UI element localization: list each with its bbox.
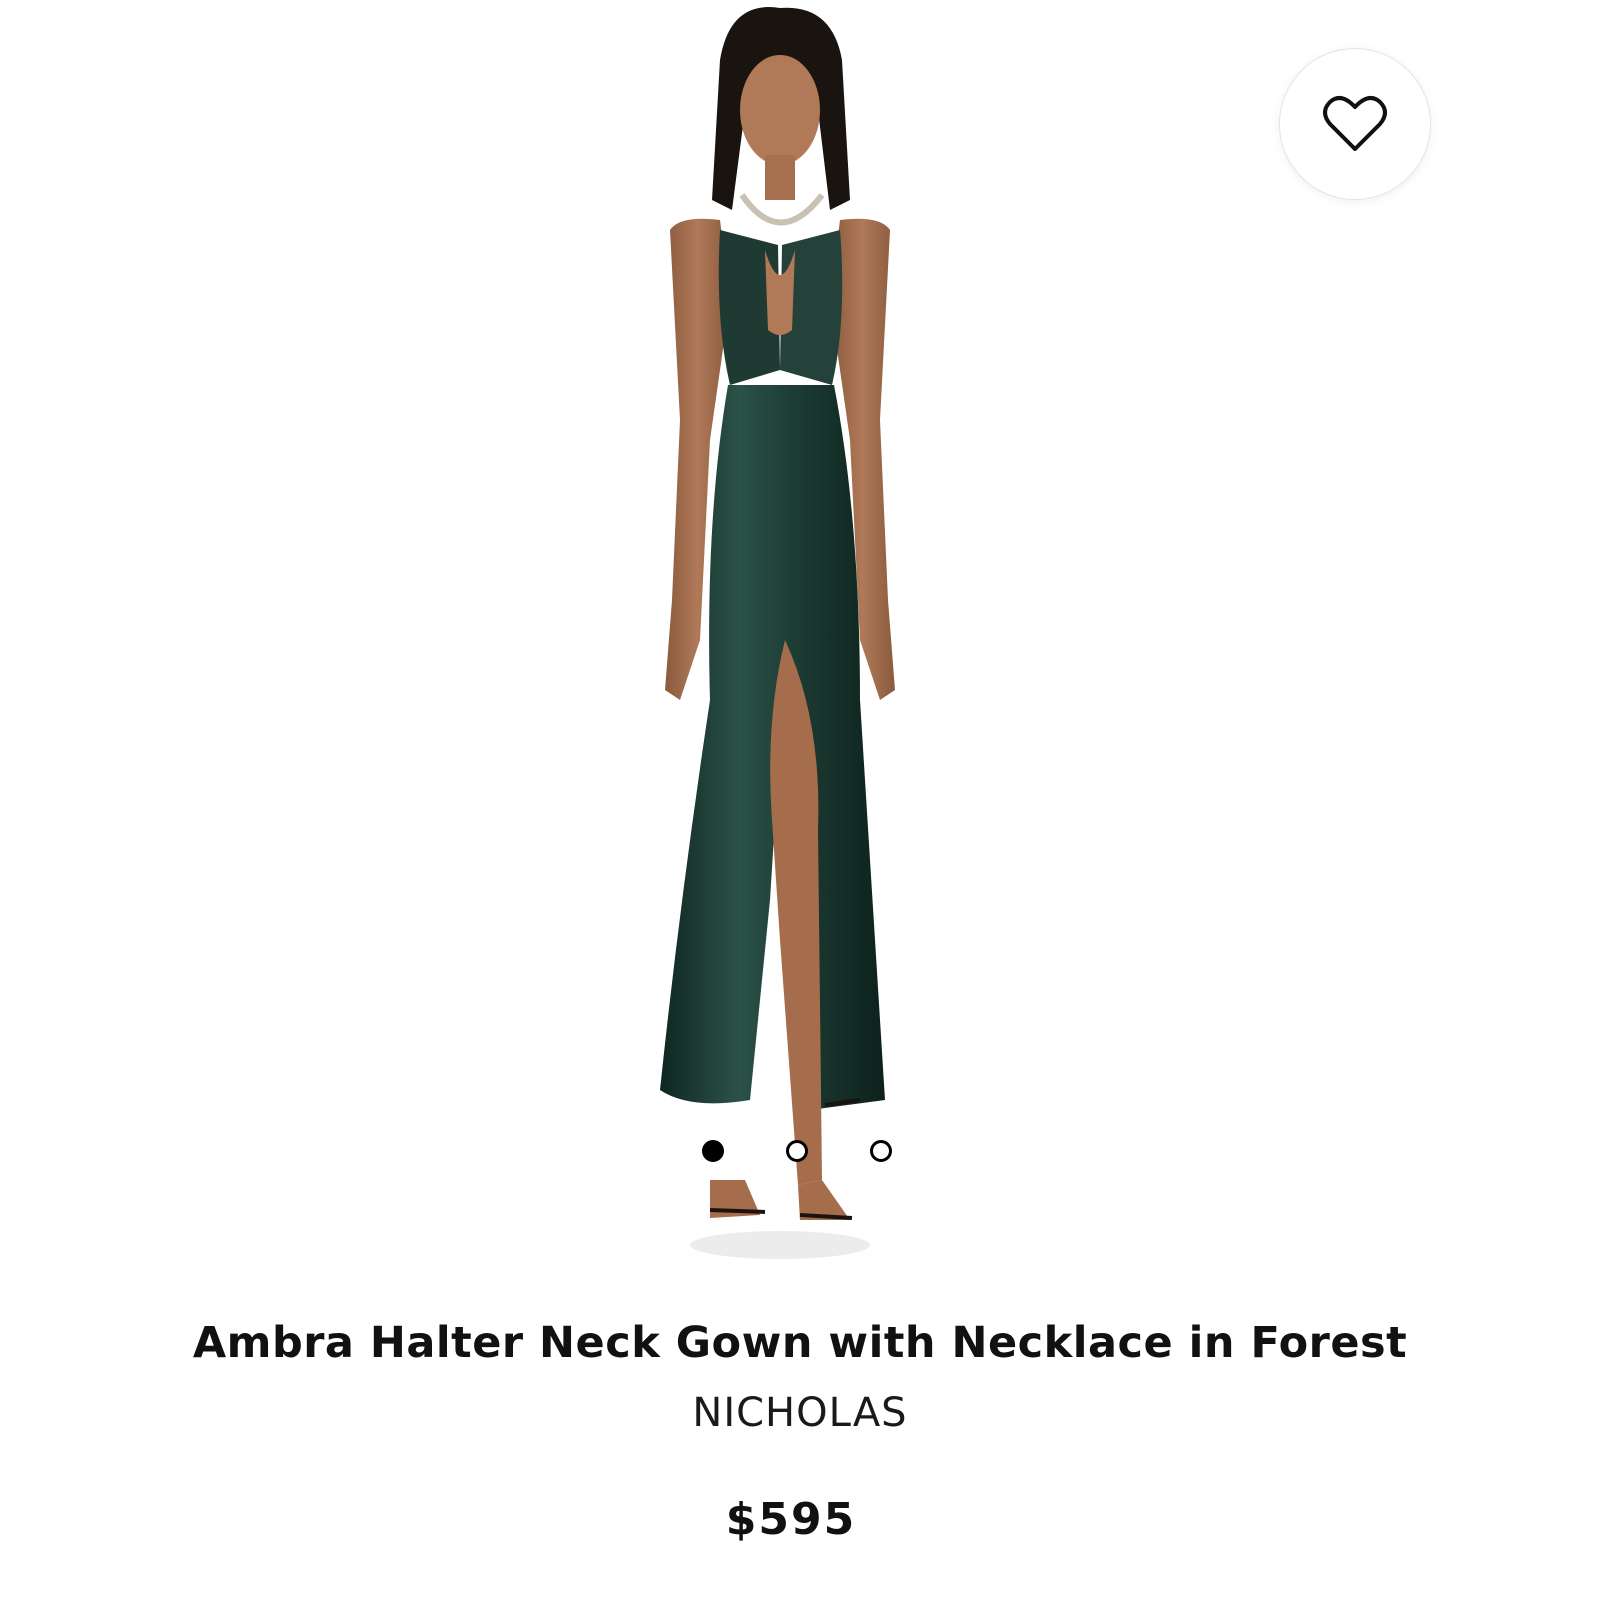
carousel-dot-1[interactable] bbox=[702, 1140, 724, 1162]
carousel-dot-3[interactable] bbox=[870, 1140, 892, 1162]
wishlist-button[interactable] bbox=[1279, 48, 1431, 200]
heart-outline-icon bbox=[1323, 96, 1387, 151]
carousel-dot-2[interactable] bbox=[786, 1140, 808, 1162]
product-brand[interactable]: NICHOLAS bbox=[0, 1390, 1600, 1436]
product-title: Ambra Halter Neck Gown with Necklace in … bbox=[192, 1318, 1408, 1368]
product-image[interactable] bbox=[560, 0, 1040, 1290]
carousel-pagination bbox=[702, 1140, 902, 1170]
product-card: Ambra Halter Neck Gown with Necklace in … bbox=[0, 0, 1600, 1600]
product-price: $595 bbox=[725, 1494, 857, 1545]
